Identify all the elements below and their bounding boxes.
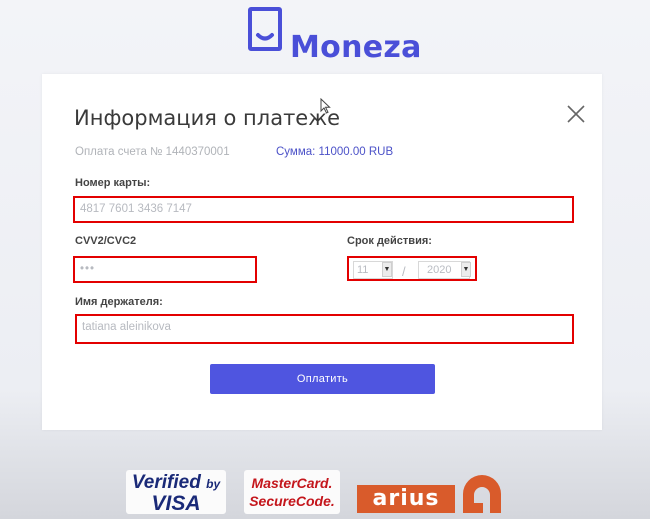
card-number-field[interactable]: 4817 7601 3436 7147 bbox=[73, 196, 574, 223]
card-number-label: Номер карты: bbox=[75, 177, 151, 189]
visa-badge-line2: VISA bbox=[151, 492, 201, 515]
visa-badge-line1: Verified by bbox=[131, 472, 221, 493]
expiry-year-value: 2020 bbox=[427, 264, 452, 276]
mouse-cursor-icon bbox=[320, 98, 331, 114]
arius-badge: arius bbox=[357, 470, 507, 514]
cvv-value: ••• bbox=[80, 263, 96, 275]
mastercard-line1: MasterCard. bbox=[251, 475, 333, 491]
payment-dialog: Информация о платеже Оплата счета № 1440… bbox=[42, 74, 602, 430]
holder-name-field[interactable]: tatiana aleinikova bbox=[75, 314, 574, 344]
expiry-field: 11 ▼ / 2020 ▼ bbox=[347, 256, 477, 281]
mastercard-securecode-badge: MasterCard. SecureCode. bbox=[244, 470, 340, 514]
card-number-value: 4817 7601 3436 7147 bbox=[80, 203, 192, 215]
close-icon[interactable] bbox=[566, 104, 586, 124]
pay-button[interactable]: Оплатить bbox=[210, 364, 435, 394]
expiry-label: Срок действия: bbox=[347, 235, 432, 247]
expiry-separator: / bbox=[402, 264, 406, 279]
brand-name: Moneza bbox=[290, 30, 422, 65]
verified-by-visa-badge: Verified by VISA bbox=[126, 470, 226, 514]
arius-logo-icon bbox=[463, 475, 501, 513]
payment-amount: Сумма: 11000.00 RUB bbox=[276, 146, 394, 158]
arius-label: arius bbox=[357, 485, 455, 513]
wallet-logo-icon bbox=[248, 7, 282, 51]
mastercard-line2: SecureCode. bbox=[249, 493, 335, 509]
dialog-title: Информация о платеже bbox=[74, 106, 341, 130]
expiry-month-value: 11 bbox=[357, 264, 369, 276]
holder-label: Имя держателя: bbox=[75, 296, 163, 308]
invoice-number: Оплата счета № 1440370001 bbox=[75, 146, 230, 158]
month-dropdown-icon[interactable]: ▼ bbox=[382, 262, 392, 277]
cvv-label: CVV2/CVC2 bbox=[75, 235, 137, 247]
holder-name-value: tatiana aleinikova bbox=[82, 321, 171, 333]
year-dropdown-icon[interactable]: ▼ bbox=[461, 262, 471, 277]
cvv-field[interactable]: ••• bbox=[73, 256, 257, 283]
